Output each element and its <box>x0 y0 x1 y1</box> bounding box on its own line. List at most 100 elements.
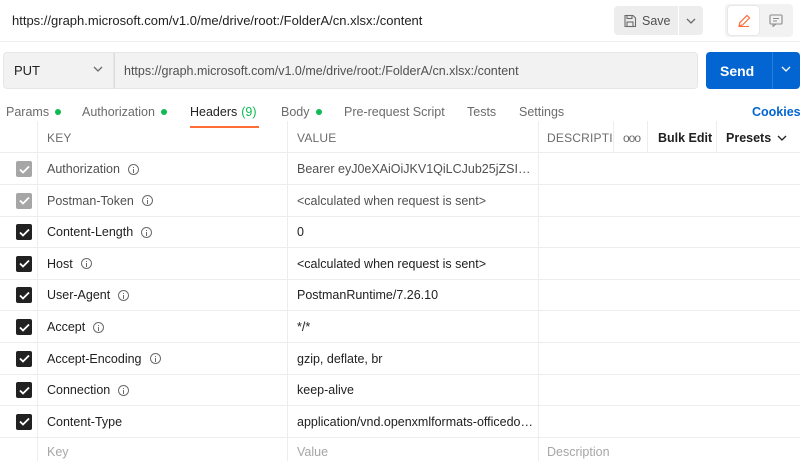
info-icon[interactable] <box>127 163 139 175</box>
save-button[interactable]: Save <box>614 6 678 35</box>
new-value-input[interactable]: Value <box>297 445 328 459</box>
info-icon[interactable] <box>141 226 153 238</box>
header-key-cell[interactable]: User-Agent <box>47 288 130 303</box>
header-key: User-Agent <box>47 288 111 303</box>
info-icon[interactable] <box>93 321 105 333</box>
header-value-cell[interactable]: <calculated when request is sent> <box>297 194 533 208</box>
column-divider <box>538 342 539 375</box>
cookies-link[interactable]: Cookies <box>752 105 800 119</box>
tab-pre-request-script[interactable]: Pre-request Script <box>344 105 445 119</box>
row-checkbox[interactable] <box>16 319 32 335</box>
tab-label: Pre-request Script <box>344 105 445 119</box>
chevron-down-icon <box>686 18 696 24</box>
method-select[interactable]: PUT <box>3 52 114 89</box>
save-dropdown-button[interactable] <box>679 6 703 35</box>
header-key-cell[interactable]: Authorization <box>47 162 139 176</box>
chevron-down-icon[interactable] <box>781 66 791 72</box>
column-divider <box>538 247 539 280</box>
send-label: Send <box>720 63 755 79</box>
send-divider <box>772 52 773 89</box>
row-checkbox[interactable] <box>16 287 32 304</box>
checkmark-icon <box>18 291 30 300</box>
column-divider <box>287 184 288 217</box>
header-value-cell[interactable]: <calculated when request is sent> <box>297 257 533 271</box>
header-key-cell[interactable]: Accept-Encoding <box>47 352 161 366</box>
header-value-cell[interactable]: application/vnd.openxmlformats-officedo… <box>297 415 533 429</box>
column-divider <box>287 437 288 461</box>
header-key-cell[interactable]: Host <box>47 257 92 271</box>
row-checkbox[interactable] <box>16 224 32 241</box>
header-key-cell[interactable]: Accept <box>47 320 105 334</box>
row-checkbox[interactable] <box>16 192 32 209</box>
column-divider[interactable] <box>538 121 539 153</box>
new-key-input[interactable]: Key <box>47 445 69 459</box>
column-divider <box>716 121 717 153</box>
bulk-edit-button[interactable]: Bulk Edit <box>658 131 712 145</box>
column-divider <box>37 311 38 343</box>
send-button[interactable]: Send <box>706 52 800 89</box>
status-dot <box>55 109 62 115</box>
row-checkbox[interactable] <box>16 413 32 430</box>
header-value-cell[interactable]: keep-alive <box>297 383 533 397</box>
url-value: https://graph.microsoft.com/v1.0/me/driv… <box>124 63 519 78</box>
info-icon[interactable] <box>118 384 130 396</box>
row-checkbox[interactable] <box>16 382 32 399</box>
more-options-button[interactable]: ooo <box>623 131 641 145</box>
info-icon[interactable] <box>149 353 161 365</box>
edit-mode-button[interactable] <box>728 6 759 35</box>
tab-headers[interactable]: Headers (9) <box>190 105 257 119</box>
save-icon <box>624 14 637 27</box>
row-checkbox[interactable] <box>16 161 32 177</box>
table-row: User-Agent PostmanRuntime/7.26.10 <box>0 279 800 312</box>
tab-tests[interactable]: Tests <box>467 105 496 119</box>
presets-dropdown[interactable]: Presets <box>726 131 787 145</box>
header-value-cell[interactable]: PostmanRuntime/7.26.10 <box>297 288 533 302</box>
column-divider <box>37 247 38 280</box>
column-divider <box>287 279 288 312</box>
column-divider <box>37 184 38 217</box>
header-key-cell[interactable]: Content-Type <box>47 415 122 429</box>
column-divider <box>538 311 539 343</box>
info-icon[interactable] <box>80 258 92 270</box>
tab-body[interactable]: Body <box>281 105 322 119</box>
header-key: Accept-Encoding <box>47 351 142 366</box>
column-divider <box>538 153 539 185</box>
column-divider <box>538 216 539 249</box>
tab-label: Headers <box>190 105 238 119</box>
row-checkbox[interactable] <box>16 255 32 272</box>
column-divider <box>287 342 288 375</box>
column-divider <box>538 437 539 461</box>
column-divider <box>538 374 539 407</box>
header-key-cell[interactable]: Postman-Token <box>47 194 153 208</box>
column-divider <box>287 405 288 438</box>
header-key-cell[interactable]: Content-Length <box>47 225 153 239</box>
column-divider <box>37 342 38 375</box>
column-divider <box>37 279 38 312</box>
method-value: PUT <box>14 63 40 78</box>
header-value-cell[interactable]: Bearer eyJ0eXAiOiJKV1QiLCJub25jZSI6lk… <box>297 162 533 176</box>
url-input[interactable]: https://graph.microsoft.com/v1.0/me/driv… <box>114 52 698 89</box>
header-value-cell[interactable]: 0 <box>297 225 533 239</box>
table-row: Connection keep-alive <box>0 374 800 407</box>
header-key: Content-Type <box>47 414 123 429</box>
new-description-input[interactable]: Description <box>547 445 610 459</box>
header-key: Postman-Token <box>47 193 134 208</box>
tab-settings[interactable]: Settings <box>519 105 564 119</box>
header-value-cell[interactable]: gzip, deflate, br <box>297 352 533 366</box>
request-title[interactable]: https://graph.microsoft.com/v1.0/me/driv… <box>12 13 422 28</box>
column-divider <box>37 374 38 407</box>
documentation-mode-button[interactable] <box>761 6 790 35</box>
column-divider[interactable] <box>287 121 288 153</box>
header-key-cell[interactable]: Connection <box>47 383 130 397</box>
tab-authorization[interactable]: Authorization <box>82 105 167 119</box>
header-value-cell[interactable]: */* <box>297 320 533 334</box>
status-dot <box>315 109 322 115</box>
column-divider <box>37 121 38 153</box>
info-icon[interactable] <box>118 289 130 301</box>
row-checkbox[interactable] <box>16 350 32 367</box>
column-divider <box>613 121 614 153</box>
info-icon[interactable] <box>141 195 153 207</box>
tab-label: Settings <box>519 105 565 119</box>
column-divider <box>37 437 38 461</box>
tab-params[interactable]: Params <box>6 105 62 119</box>
